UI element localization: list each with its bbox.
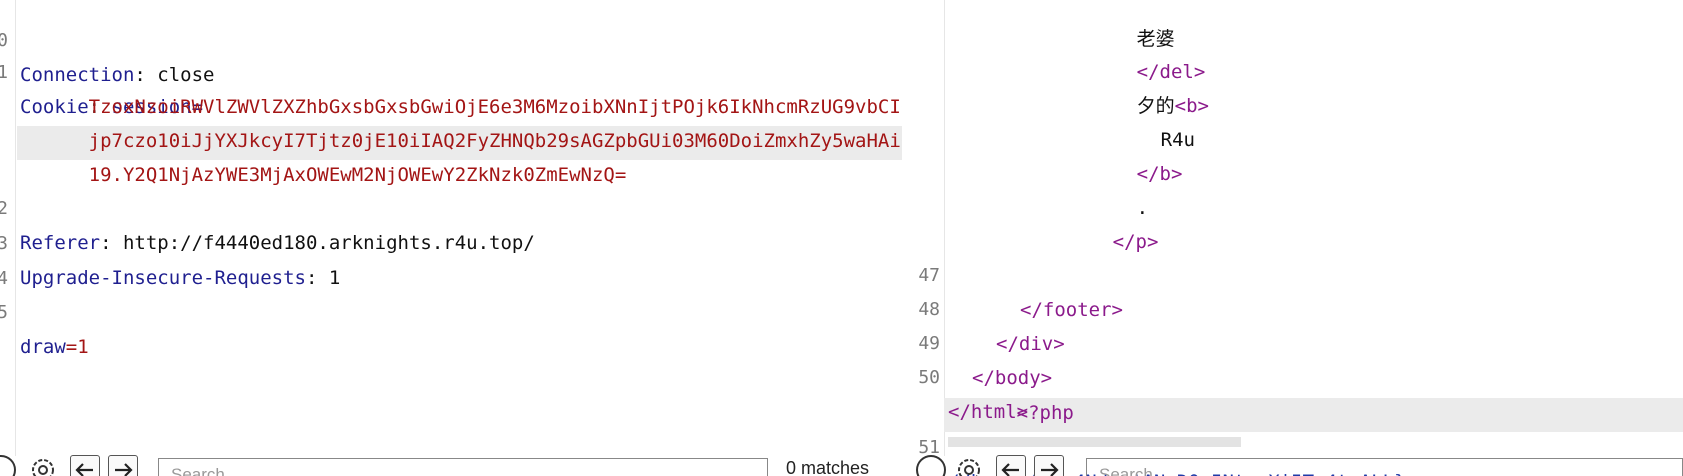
editor-line: 5 draw=1 <box>0 262 89 358</box>
settings-button[interactable] <box>28 455 58 476</box>
editor-line: 3 Upgrade-Insecure-Requests: 1 <box>0 193 340 289</box>
editor-line: 2 Referer: http://f4440ed180.arknights.r… <box>0 158 535 254</box>
editor-line: <?php <box>948 362 1074 424</box>
header-separator: : <box>100 232 123 254</box>
html-tag: </div> <box>996 333 1065 355</box>
arrow-right-icon <box>1041 463 1059 476</box>
html-tag: </footer> <box>1020 299 1123 321</box>
html-tag: </p> <box>1112 231 1159 253</box>
editor-line: </p> <box>1044 191 1159 253</box>
gear-icon <box>958 459 980 476</box>
editor-line: 老婆 <box>1068 0 1175 50</box>
param-name: draw <box>20 336 66 358</box>
arrow-right-icon <box>115 463 133 476</box>
response-editor[interactable]: 老婆 </del> 夕的<b> R4u </b> . </p> 47 </foo… <box>902 0 1683 476</box>
previous-match-button[interactable] <box>70 455 100 476</box>
editor-line: . <box>1068 157 1148 219</box>
match-count: 0 matches <box>786 458 870 476</box>
param-separator: = <box>65 336 78 358</box>
response-search-toolbar: Search <box>902 455 1683 476</box>
help-button[interactable] <box>916 455 946 476</box>
editor-line: 4 <box>0 228 69 289</box>
arrow-left-icon <box>75 463 93 476</box>
arrow-left-icon <box>1001 463 1019 476</box>
editor-line: 19.Y2Q1NjAzYWE3MjAxOWEwM2NjOWEwY2ZkNzk0Z… <box>20 124 627 186</box>
next-match-button[interactable] <box>1034 455 1064 476</box>
cookie-value-part: 19.Y2Q1NjAzYWE3MjAxOWEwM2NjOWEwY2ZkNzk0Z… <box>88 164 627 186</box>
request-editor-pane: 0 Connection: close 1 Cookie: session= T… <box>0 0 902 476</box>
editor-line: R4u <box>1092 89 1195 151</box>
editor-line: </b> <box>1068 123 1183 185</box>
settings-button[interactable] <box>954 455 984 476</box>
editor-line: 0 Connection: close <box>0 0 214 86</box>
editor-line: jp7czo10iJjYXJkcyI7Tjtz0jE10iIAQ2FyZHNQb… <box>20 90 902 152</box>
line-number: 50 <box>918 367 940 388</box>
gear-icon <box>32 459 54 476</box>
editor-line: 1 Cookie: session= <box>0 22 203 118</box>
editor-line: 50 </html> <box>902 327 1028 423</box>
editor-line: 48 </div> <box>902 259 1064 355</box>
horizontal-scrollbar[interactable] <box>948 437 1241 447</box>
editor-line: </del> <box>1068 21 1206 83</box>
header-value: http://f4440ed180.arknights.r4u.top/ <box>122 232 535 254</box>
editor-line: 47 </footer> <box>902 225 1123 321</box>
request-editor[interactable]: 0 Connection: close 1 Cookie: session= T… <box>0 0 902 456</box>
php-open-tag: <?php <box>1016 402 1074 424</box>
line-number: 1 <box>0 62 8 83</box>
param-value: 1 <box>77 336 89 358</box>
previous-match-button[interactable] <box>996 455 1026 476</box>
search-input[interactable]: Search <box>1086 458 1683 476</box>
editor-line: 49 </body> <box>902 293 1052 389</box>
line-number: 5 <box>0 302 8 323</box>
next-match-button[interactable] <box>108 455 138 476</box>
editor-line: TzoxNzoiRWVlZWVlZXZhbGxsbGxsbGwiOjE6e3M6… <box>20 56 902 118</box>
help-button[interactable] <box>0 455 16 476</box>
editor-line: 夕的<b> <box>1068 55 1209 117</box>
header-value: 1 <box>328 267 341 289</box>
request-search-toolbar: Search 0 matches <box>0 455 902 476</box>
search-input[interactable]: Search <box>158 458 768 476</box>
editor-line: 51 //hgame{XI-4Nd-n!AN-D0e5Nt_eX|5T~4t_A… <box>902 397 1405 476</box>
header-separator: : <box>305 267 329 289</box>
response-editor-pane: 老婆 </del> 夕的<b> R4u </b> . </p> 47 </foo… <box>902 0 1683 476</box>
